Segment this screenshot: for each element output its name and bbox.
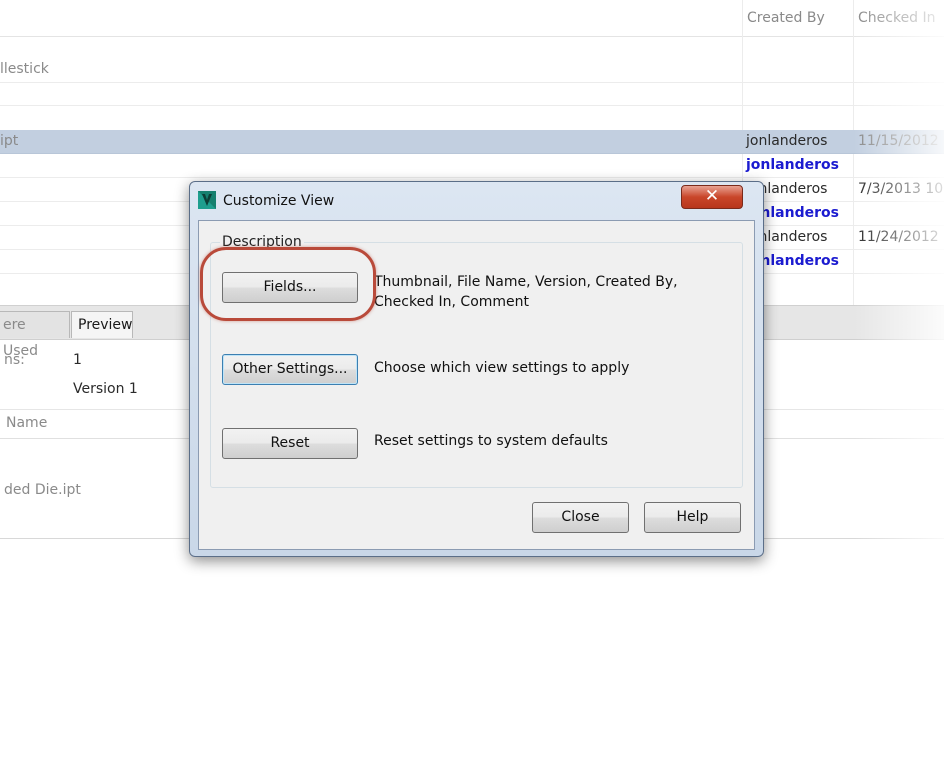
autodesk-vault-icon: [198, 191, 216, 209]
grid-cell-created-by: jonlanderos: [746, 157, 839, 173]
grid-row[interactable]: jonlanderos: [0, 154, 944, 178]
grid-cell-name: ipt: [0, 133, 19, 149]
property-label: ns:: [4, 352, 25, 368]
dialog-titlebar[interactable]: Customize View ✕: [190, 182, 763, 220]
other-settings-button[interactable]: Other Settings...: [222, 354, 358, 385]
file-name: ded Die.ipt: [4, 482, 81, 498]
property-value: 1: [73, 352, 82, 368]
highlight-annotation: [200, 247, 376, 321]
reset-button[interactable]: Reset: [222, 428, 358, 459]
grid-header: Created By Checked In: [0, 0, 944, 37]
grid-cell-created-by: jonlanderos: [746, 133, 828, 149]
customize-view-dialog: Customize View ✕ Description Fields... T…: [189, 181, 764, 557]
grid-cell-checked-in: 11/15/2012: [858, 133, 939, 149]
close-icon[interactable]: ✕: [681, 185, 743, 209]
grid-row[interactable]: [0, 83, 944, 106]
grid-row-selected[interactable]: ipt jonlanderos 11/15/2012: [0, 130, 944, 154]
grid-cell-name: llestick: [0, 61, 49, 77]
property-value-version: Version 1: [73, 381, 138, 397]
other-settings-description: Choose which view settings to apply: [374, 360, 630, 376]
grid-cell-checked-in: 11/24/2012: [858, 229, 939, 245]
close-button[interactable]: Close: [532, 502, 629, 533]
help-button[interactable]: Help: [644, 502, 741, 533]
grid-row[interactable]: llestick: [0, 58, 944, 83]
reset-description: Reset settings to system defaults: [374, 433, 608, 449]
fields-description: Thumbnail, File Name, Version, Created B…: [374, 274, 678, 310]
grid-cell-checked-in: 7/3/2013 10: [858, 181, 944, 197]
tab-where-used[interactable]: ere Used: [0, 311, 70, 359]
dialog-title: Customize View: [223, 193, 335, 209]
column-header-checked-in[interactable]: Checked In: [858, 10, 936, 26]
column-header-name[interactable]: Name: [6, 415, 47, 431]
tab-preview[interactable]: Preview: [71, 311, 133, 338]
column-header-created-by[interactable]: Created By: [747, 10, 825, 26]
